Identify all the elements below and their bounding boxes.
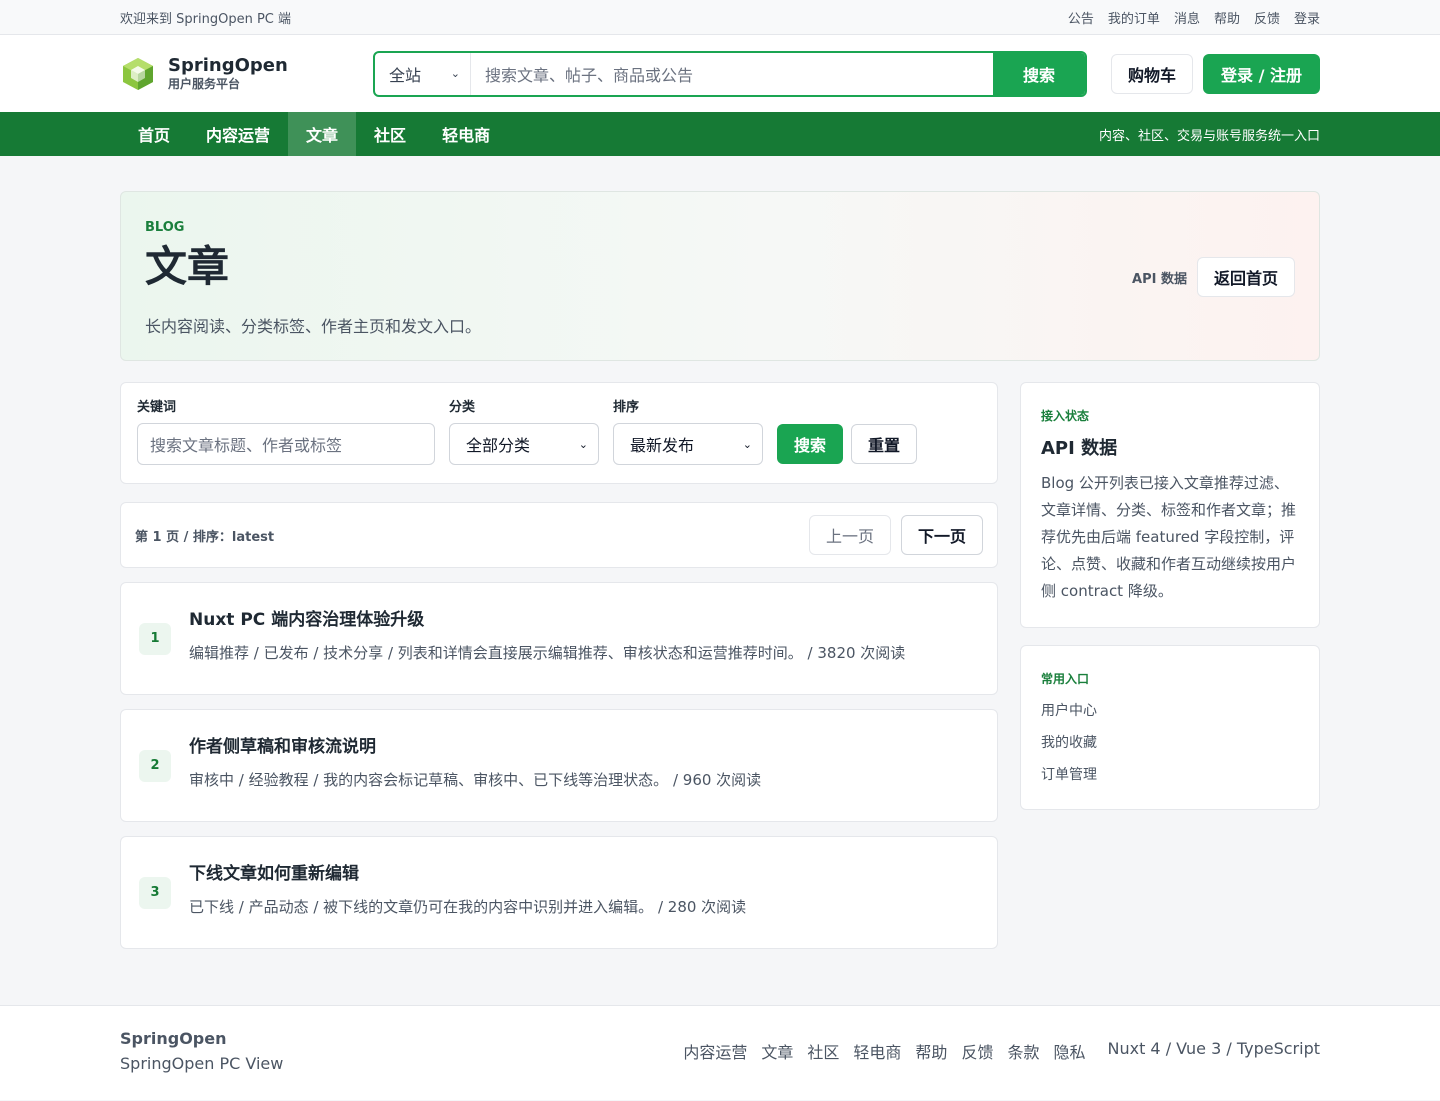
chevron-down-icon: ⌄ xyxy=(578,437,588,451)
article-card[interactable]: 1 Nuxt PC 端内容治理体验升级 编辑推荐 / 已发布 / 技术分享 / … xyxy=(120,582,998,695)
article-meta: 审核中 / 经验教程 / 我的内容会标记草稿、审核中、已下线等治理状态。 / 9… xyxy=(189,770,762,789)
quick-link-favorites[interactable]: 我的收藏 xyxy=(1041,727,1299,759)
status-text: Blog 公开列表已接入文章推荐过滤、文章详情、分类、标签和作者文章；推荐优先由… xyxy=(1041,474,1297,600)
sort-label: 排序 xyxy=(613,400,640,415)
article-title[interactable]: 作者侧草稿和审核流说明 xyxy=(189,732,761,757)
top-link-orders[interactable]: 我的订单 xyxy=(1108,8,1160,27)
article-rank: 2 xyxy=(139,749,171,782)
category-select[interactable]: 全部分类 ⌄ xyxy=(449,423,599,465)
search-scope-select[interactable]: 全站 ⌄ xyxy=(375,52,471,95)
search-input[interactable]: 搜索文章、帖子、商品或公告 xyxy=(471,53,993,95)
footer-link-content-ops[interactable]: 内容运营 xyxy=(683,1039,747,1063)
chevron-down-icon: ⌄ xyxy=(450,67,460,80)
status-eyebrow: 接入状态 xyxy=(1041,409,1090,423)
nav-item-home[interactable]: 首页 xyxy=(120,112,188,156)
cart-button[interactable]: 购物车 xyxy=(1111,53,1193,94)
prev-page-button[interactable]: 上一页 xyxy=(809,515,891,555)
search-button[interactable]: 搜索 xyxy=(993,52,1085,95)
search-scope-value: 全站 xyxy=(389,65,422,85)
login-register-button[interactable]: 登录 / 注册 xyxy=(1203,53,1320,94)
chevron-down-icon: ⌄ xyxy=(742,437,752,451)
page-title: 文章 xyxy=(145,242,230,291)
quick-link-user-center[interactable]: 用户中心 xyxy=(1041,695,1299,727)
pagination-bar: 第 1 页 / 排序：latest 上一页 下一页 xyxy=(120,502,998,568)
top-link-announcement[interactable]: 公告 xyxy=(1068,8,1094,27)
quick-link-orders[interactable]: 订单管理 xyxy=(1041,759,1299,791)
footer-tech-stack: Nuxt 4 / Vue 3 / TypeScript xyxy=(1107,1038,1320,1058)
article-meta: 编辑推荐 / 已发布 / 技术分享 / 列表和详情会直接展示编辑推荐、审核状态和… xyxy=(189,643,906,662)
footer-link-help[interactable]: 帮助 xyxy=(915,1039,947,1063)
footer-brand: SpringOpen xyxy=(120,1028,227,1048)
top-link-messages[interactable]: 消息 xyxy=(1174,8,1200,27)
nav-item-content-ops[interactable]: 内容运营 xyxy=(188,112,288,156)
nav-item-community[interactable]: 社区 xyxy=(356,112,424,156)
category-value: 全部分类 xyxy=(466,436,531,455)
filter-search-button[interactable]: 搜索 xyxy=(777,424,843,464)
cube-logo-icon xyxy=(123,57,153,90)
footer-link-privacy[interactable]: 隐私 xyxy=(1053,1039,1085,1063)
quick-links-card: 常用入口 用户中心 我的收藏 订单管理 xyxy=(1020,645,1320,810)
quick-links-eyebrow: 常用入口 xyxy=(1041,672,1090,686)
footer-link-community[interactable]: 社区 xyxy=(807,1039,839,1063)
footer-link-feedback[interactable]: 反馈 xyxy=(961,1039,993,1063)
article-rank: 3 xyxy=(139,876,171,909)
next-page-button[interactable]: 下一页 xyxy=(901,515,983,555)
filter-reset-button[interactable]: 重置 xyxy=(851,424,917,464)
top-link-feedback[interactable]: 反馈 xyxy=(1254,8,1280,27)
keyword-input[interactable]: 搜索文章标题、作者或标签 xyxy=(137,423,435,465)
nav-item-ecommerce[interactable]: 轻电商 xyxy=(424,112,508,156)
article-card[interactable]: 2 作者侧草稿和审核流说明 审核中 / 经验教程 / 我的内容会标记草稿、审核中… xyxy=(120,709,998,822)
back-home-button[interactable]: 返回首页 xyxy=(1196,257,1295,297)
article-title[interactable]: Nuxt PC 端内容治理体验升级 xyxy=(189,605,905,630)
footer-link-articles[interactable]: 文章 xyxy=(761,1039,793,1063)
main-nav: 首页 内容运营 文章 社区 轻电商 内容、社区、交易与账号服务统一入口 xyxy=(0,112,1440,156)
page-description: 长内容阅读、分类标签、作者主页和发文入口。 xyxy=(145,317,482,336)
page-hero: BLOG 文章 长内容阅读、分类标签、作者主页和发文入口。 API 数据 返回首… xyxy=(120,191,1320,361)
article-card[interactable]: 3 下线文章如何重新编辑 已下线 / 产品动态 / 被下线的文章仍可在我的内容中… xyxy=(120,836,998,949)
keyword-label: 关键词 xyxy=(137,400,177,415)
site-header: SpringOpen 用户服务平台 全站 ⌄ 搜索文章、帖子、商品或公告 搜索 … xyxy=(0,35,1440,112)
site-footer: SpringOpen SpringOpen PC View 内容运营 文章 社区… xyxy=(0,1005,1440,1100)
nav-item-articles[interactable]: 文章 xyxy=(288,112,357,156)
top-bar: 欢迎来到 SpringOpen PC 端 公告 我的订单 消息 帮助 反馈 登录 xyxy=(0,0,1440,35)
api-data-label: API 数据 xyxy=(1132,271,1187,287)
footer-subtitle: SpringOpen PC View xyxy=(120,1053,284,1073)
article-rank: 1 xyxy=(139,622,171,655)
article-title[interactable]: 下线文章如何重新编辑 xyxy=(189,859,746,884)
top-links: 公告 我的订单 消息 帮助 反馈 登录 xyxy=(1068,8,1320,27)
article-meta: 已下线 / 产品动态 / 被下线的文章仍可在我的内容中识别并进入编辑。 / 28… xyxy=(189,897,747,916)
integration-status-card: 接入状态 API 数据 Blog 公开列表已接入文章推荐过滤、文章详情、分类、标… xyxy=(1020,382,1320,628)
nav-tagline: 内容、社区、交易与账号服务统一入口 xyxy=(1098,128,1320,144)
welcome-text: 欢迎来到 SpringOpen PC 端 xyxy=(120,12,291,27)
footer-link-ecommerce[interactable]: 轻电商 xyxy=(853,1039,901,1063)
brand-subtitle: 用户服务平台 xyxy=(168,76,241,91)
status-title: API 数据 xyxy=(1041,438,1118,459)
brand-name: SpringOpen xyxy=(168,54,288,76)
filter-panel: 关键词 搜索文章标题、作者或标签 分类 全部分类 ⌄ 排序 最新发布 ⌄ 搜索 … xyxy=(120,382,998,484)
sort-value: 最新发布 xyxy=(630,436,695,455)
category-label: 分类 xyxy=(449,400,476,415)
hero-eyebrow: BLOG xyxy=(145,220,185,235)
footer-link-terms[interactable]: 条款 xyxy=(1007,1039,1039,1063)
top-link-help[interactable]: 帮助 xyxy=(1214,8,1240,27)
global-search: 全站 ⌄ 搜索文章、帖子、商品或公告 搜索 xyxy=(373,50,1087,97)
sort-select[interactable]: 最新发布 ⌄ xyxy=(613,423,763,465)
page-info: 第 1 页 / 排序：latest xyxy=(135,529,275,545)
brand[interactable]: SpringOpen 用户服务平台 xyxy=(120,54,373,92)
top-link-login[interactable]: 登录 xyxy=(1294,8,1320,27)
